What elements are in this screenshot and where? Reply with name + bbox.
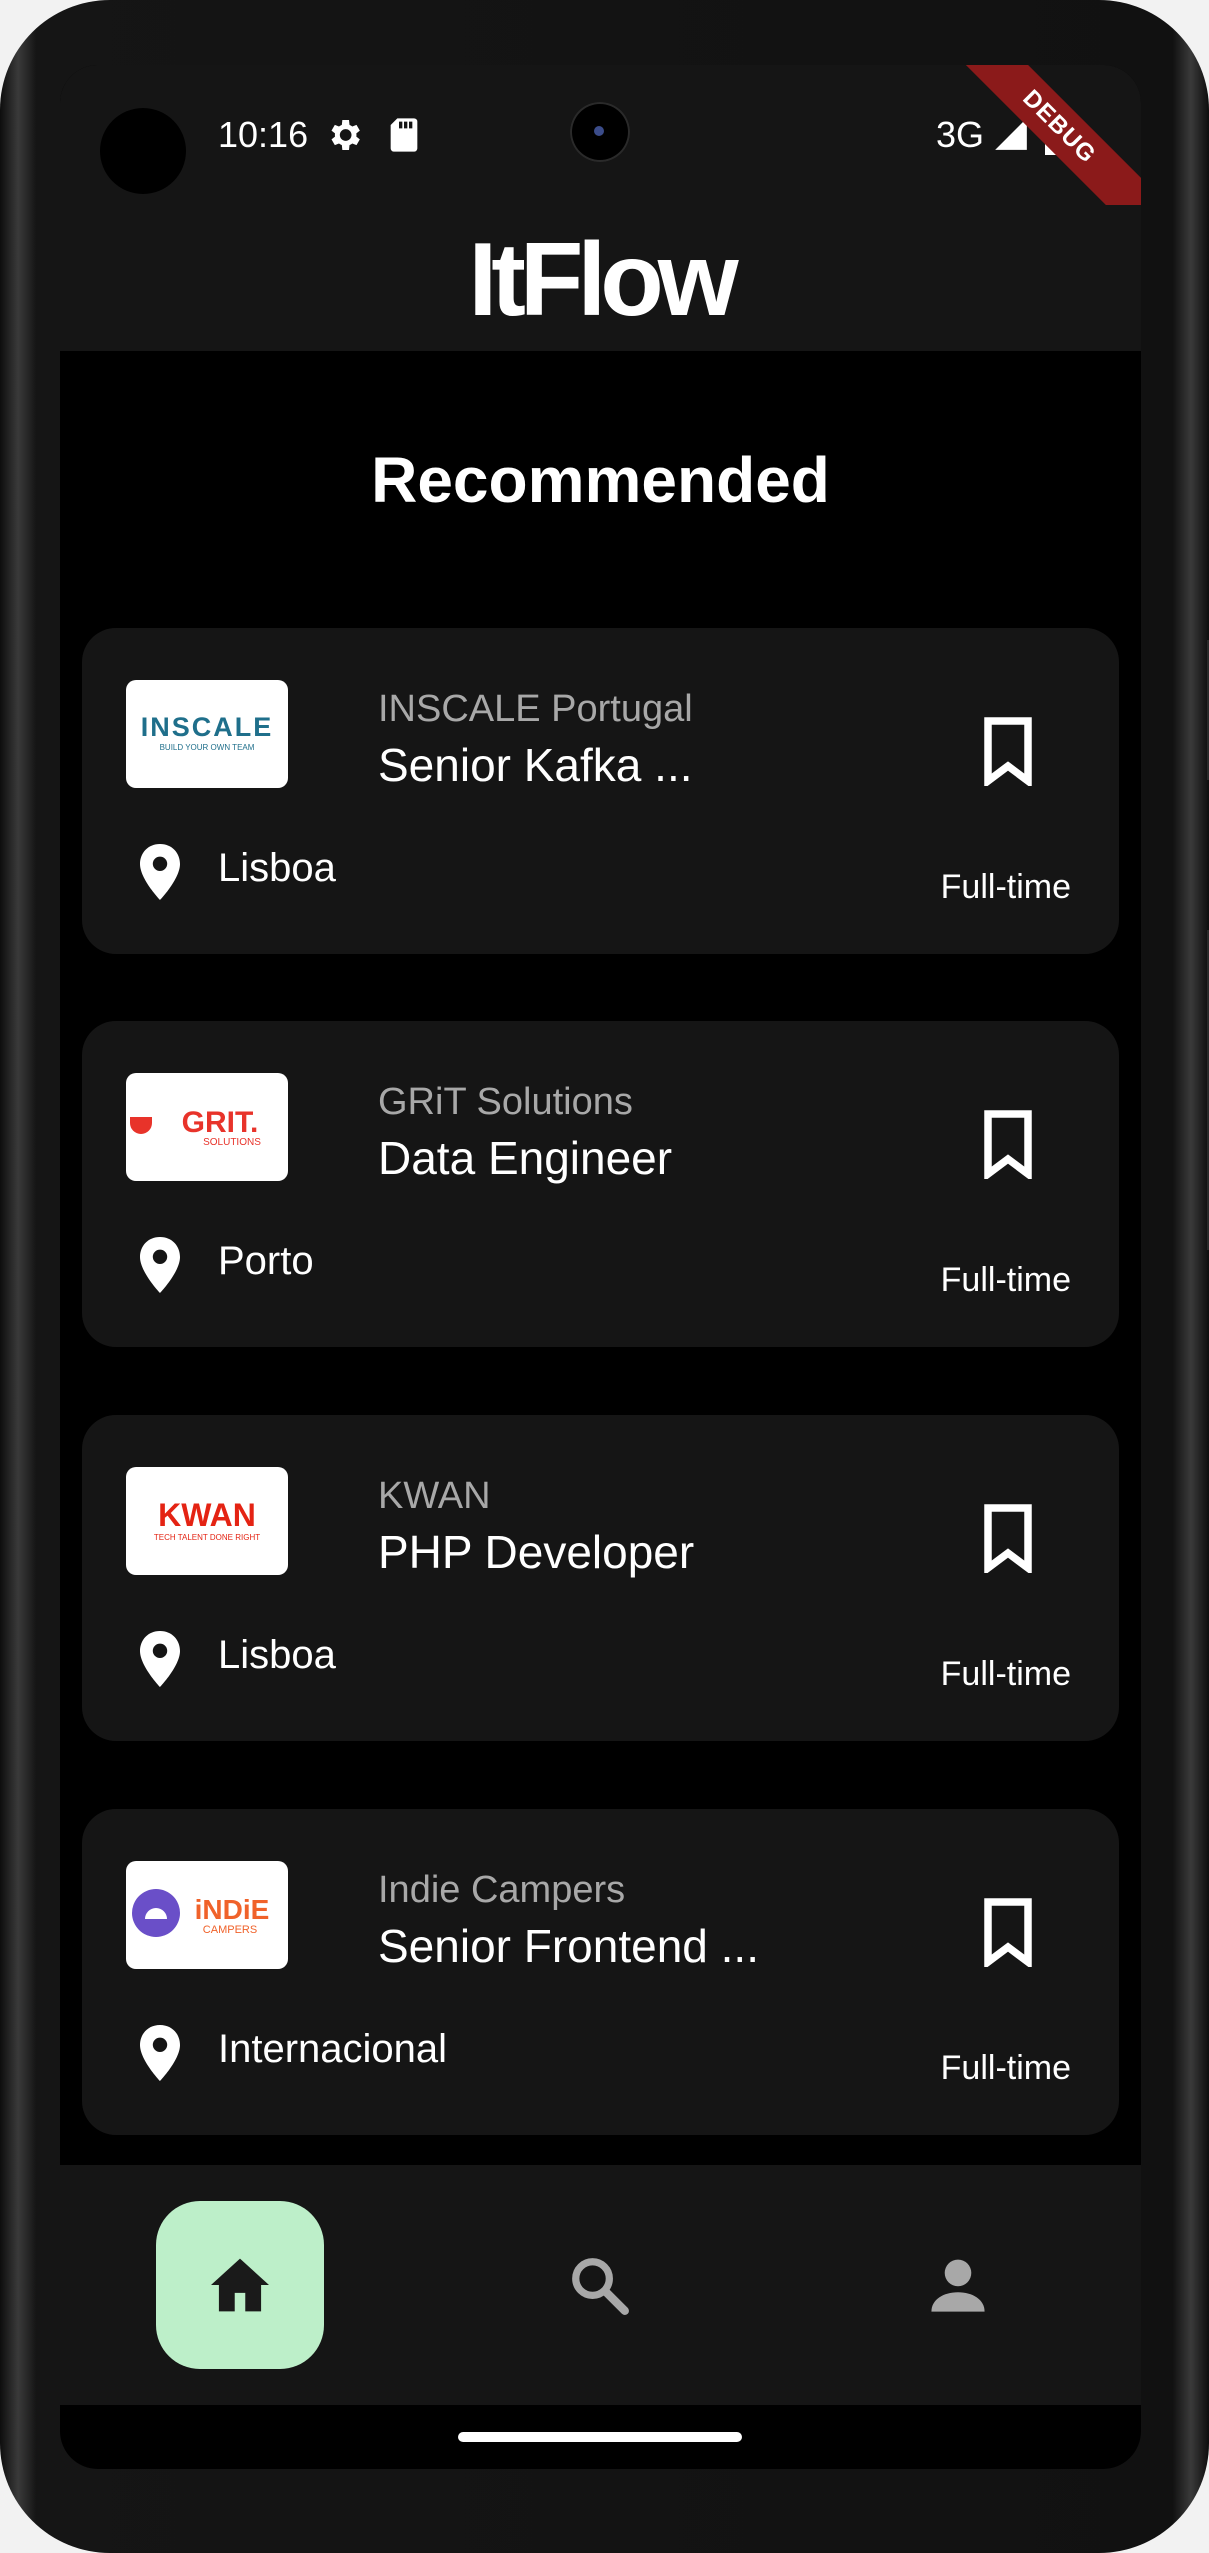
bookmark-icon[interactable]	[978, 1109, 1038, 1179]
nav-home-button[interactable]	[156, 2201, 324, 2369]
nav-profile-button[interactable]	[874, 2201, 1042, 2369]
app-screen: 10:16 3G DEBUG ItFlow Recommended INSCAL…	[60, 65, 1141, 2469]
company-name: KWAN	[378, 1475, 491, 1517]
company-logo: GRIT. SOLUTIONS	[126, 1073, 288, 1181]
company-logo: KWAN TECH TALENT DONE RIGHT	[126, 1467, 288, 1575]
job-type: Full-time	[940, 1261, 1071, 1299]
job-type: Full-time	[940, 2049, 1071, 2087]
job-location: Porto	[218, 1239, 314, 1283]
job-card[interactable]: KWAN TECH TALENT DONE RIGHT KWAN PHP Dev…	[82, 1415, 1119, 1741]
svg-text:TECH TALENT DONE RIGHT: TECH TALENT DONE RIGHT	[154, 1533, 260, 1542]
search-icon	[572, 2258, 629, 2315]
home-indicator[interactable]	[458, 2432, 742, 2442]
job-title: PHP Developer	[378, 1526, 695, 1578]
job-type: Full-time	[940, 1655, 1071, 1693]
job-location: Lisboa	[218, 846, 336, 890]
job-card[interactable]: GRIT. SOLUTIONS GRiT Solutions Data Engi…	[82, 1021, 1119, 1347]
svg-text:GRIT.: GRIT.	[182, 1106, 259, 1139]
company-name: GRiT Solutions	[378, 1081, 633, 1123]
job-title: Data Engineer	[378, 1132, 673, 1184]
home-icon	[211, 2258, 269, 2312]
job-type: Full-time	[940, 868, 1071, 906]
sd-card-icon	[390, 118, 418, 152]
svg-text:KWAN: KWAN	[158, 1497, 256, 1533]
job-title: Senior Frontend ...	[378, 1920, 759, 1972]
app-bar: ItFlow	[60, 205, 1141, 351]
status-time: 10:16	[218, 114, 309, 155]
location-pin-icon	[140, 2025, 180, 2081]
job-title: Senior Kafka ...	[378, 739, 693, 791]
phone-frame: 10:16 3G DEBUG ItFlow Recommended INSCAL…	[0, 0, 1209, 2553]
bookmark-icon[interactable]	[978, 716, 1038, 786]
settings-icon	[331, 120, 360, 150]
location-pin-icon	[140, 1631, 180, 1687]
svg-text:SOLUTIONS: SOLUTIONS	[203, 1137, 261, 1148]
bookmark-icon[interactable]	[978, 1503, 1038, 1573]
network-type: 3G	[936, 114, 985, 155]
job-location: Lisboa	[218, 1633, 336, 1677]
bottom-navigation	[60, 2165, 1141, 2405]
company-logo: INSCALE BUILD YOUR OWN TEAM	[126, 680, 288, 788]
location-pin-icon	[140, 1237, 180, 1293]
company-logo: iNDiE CAMPERS	[126, 1861, 288, 1969]
company-name: Indie Campers	[378, 1869, 626, 1911]
job-card[interactable]: iNDiE CAMPERS Indie Campers Senior Front…	[82, 1809, 1119, 2135]
bookmark-icon[interactable]	[978, 1897, 1038, 1967]
svg-text:iNDiE: iNDiE	[195, 1894, 270, 1925]
job-card[interactable]: INSCALE BUILD YOUR OWN TEAM INSCALE Port…	[82, 628, 1119, 954]
job-location: Internacional	[218, 2027, 448, 2071]
svg-text:CAMPERS: CAMPERS	[203, 1924, 257, 1936]
profile-icon	[931, 2259, 985, 2312]
app-title: ItFlow	[468, 222, 738, 338]
company-name: INSCALE Portugal	[378, 688, 693, 730]
location-pin-icon	[140, 844, 180, 900]
front-camera	[570, 102, 630, 162]
status-bar: 10:16 3G DEBUG	[60, 65, 1141, 249]
nav-search-button[interactable]	[515, 2201, 683, 2369]
svg-text:BUILD YOUR OWN TEAM: BUILD YOUR OWN TEAM	[160, 743, 255, 752]
svg-text:INSCALE: INSCALE	[141, 712, 274, 742]
camera-cutout	[100, 108, 186, 194]
section-title: Recommended	[371, 444, 830, 516]
